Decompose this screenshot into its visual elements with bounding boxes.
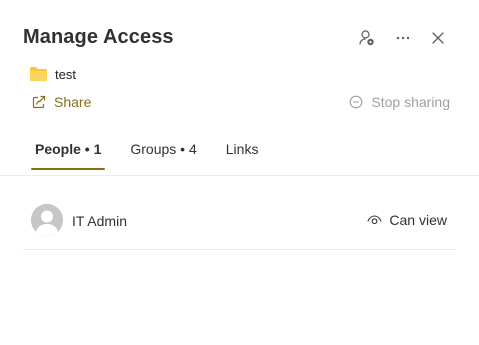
eye-icon bbox=[367, 215, 382, 225]
permission-label: Can view bbox=[389, 212, 447, 228]
shared-item: test bbox=[29, 66, 76, 82]
manage-access-panel: Manage Access test Share Stop sharing Pe… bbox=[0, 0, 479, 345]
stop-sharing-button[interactable]: Stop sharing bbox=[349, 94, 450, 110]
tabs-divider bbox=[0, 175, 479, 176]
panel-title: Manage Access bbox=[23, 26, 174, 48]
stop-sharing-label: Stop sharing bbox=[371, 94, 450, 110]
people-settings-icon[interactable] bbox=[356, 27, 378, 49]
share-icon bbox=[32, 95, 46, 109]
share-label: Share bbox=[54, 94, 92, 110]
close-icon[interactable] bbox=[427, 27, 449, 49]
access-tabs: People • 1 Groups • 4 Links bbox=[31, 138, 283, 170]
item-name: test bbox=[55, 66, 76, 82]
more-options-icon[interactable] bbox=[392, 27, 414, 49]
list-item[interactable]: IT Admin Can view bbox=[23, 195, 455, 250]
tab-people[interactable]: People • 1 bbox=[31, 138, 106, 170]
person-name: IT Admin bbox=[72, 213, 127, 229]
tab-links[interactable]: Links bbox=[222, 138, 263, 167]
permission-dropdown[interactable]: Can view bbox=[367, 212, 447, 228]
tab-groups[interactable]: Groups • 4 bbox=[126, 138, 200, 167]
folder-icon bbox=[30, 67, 47, 81]
avatar bbox=[31, 204, 63, 236]
stop-icon bbox=[350, 95, 363, 109]
share-button[interactable]: Share bbox=[32, 94, 91, 110]
